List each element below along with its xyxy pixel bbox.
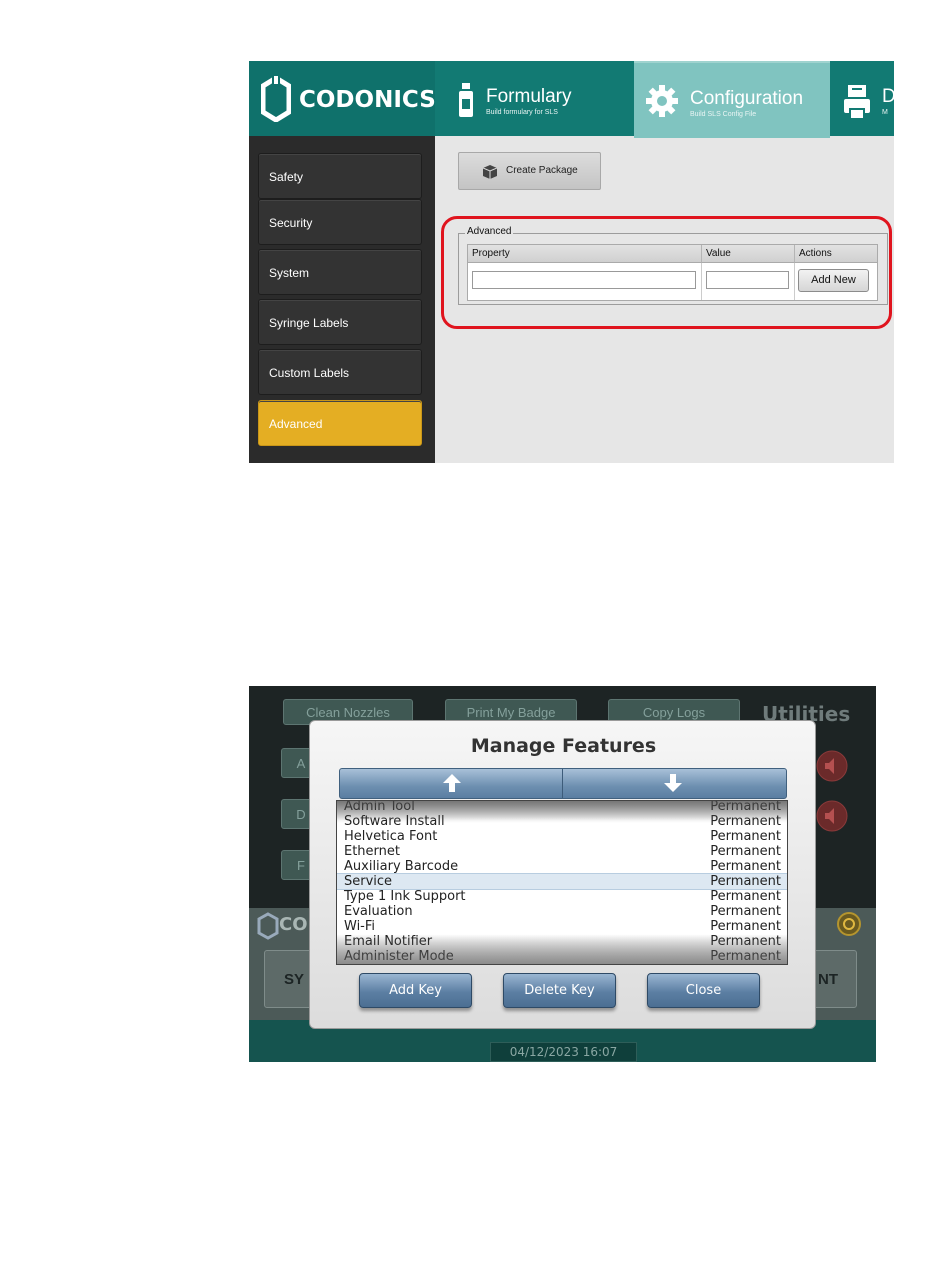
tab-name: Formulary xyxy=(486,86,572,107)
logo-fragment: CO xyxy=(279,914,308,935)
power-icon[interactable] xyxy=(837,912,861,936)
sidebar-item-security[interactable]: Security xyxy=(258,199,422,245)
tab-name: Configuration xyxy=(690,88,804,109)
features-list[interactable]: Admin Tool Permanent Software Install Perm… xyxy=(336,800,788,965)
scroll-arrows xyxy=(339,768,787,799)
feature-name: Service xyxy=(344,874,393,889)
feature-status: Permanent xyxy=(710,949,781,964)
feature-name: Wi-Fi xyxy=(344,919,376,934)
codonics-hex-icon xyxy=(261,76,291,122)
feature-name: Admin Tool xyxy=(344,800,415,814)
tab-configuration[interactable]: Configuration Build SLS Config File xyxy=(634,61,830,138)
gear-icon xyxy=(646,85,678,117)
sidebar-item-safety[interactable]: Safety xyxy=(258,153,422,199)
datetime-display: 04/12/2023 16:07 xyxy=(490,1042,637,1062)
codonics-hex-icon xyxy=(257,912,279,940)
logo-text: CODONICS xyxy=(299,87,436,113)
tab-partial[interactable]: D M xyxy=(832,61,894,136)
add-key-button[interactable]: Add Key xyxy=(359,973,472,1008)
configuration-screenshot: CODONICS Formulary Build formulary for S… xyxy=(249,61,894,463)
scroll-down-button[interactable] xyxy=(563,769,786,798)
feature-status: Permanent xyxy=(710,800,781,814)
feature-status: Permanent xyxy=(710,889,781,904)
feature-row[interactable]: Type 1 Ink Support Permanent xyxy=(337,889,787,904)
feature-name: Administer Mode xyxy=(344,949,454,964)
close-button[interactable]: Close xyxy=(647,973,760,1008)
arrow-up-icon xyxy=(443,774,461,792)
feature-status: Permanent xyxy=(710,859,781,874)
feature-name: Evaluation xyxy=(344,904,413,919)
create-package-label: Create Package xyxy=(506,165,578,176)
sidebar-item-syringe-labels[interactable]: Syringe Labels xyxy=(258,299,422,345)
sidebar-item-custom-labels[interactable]: Custom Labels xyxy=(258,349,422,395)
feature-status: Permanent xyxy=(710,904,781,919)
feature-status: Permanent xyxy=(710,844,781,859)
feature-name: Ethernet xyxy=(344,844,400,859)
feature-row[interactable]: Email Notifier Permanent xyxy=(337,934,787,949)
dialog-title: Manage Features xyxy=(470,735,657,757)
feature-status: Permanent xyxy=(710,919,781,934)
tab-name: D xyxy=(882,86,894,107)
feature-row[interactable]: Ethernet Permanent xyxy=(337,844,787,859)
feature-name: Email Notifier xyxy=(344,934,433,949)
package-icon xyxy=(483,165,497,179)
sidebar-item-system[interactable]: System xyxy=(258,249,422,295)
utilities-screenshot: Clean Nozzles Print My Badge Copy Logs U… xyxy=(249,686,876,1062)
top-navigation-bar: CODONICS Formulary Build formulary for S… xyxy=(249,61,894,138)
manage-features-dialog: Manage Features Admin Tool Permanent Soft… xyxy=(309,720,816,1029)
create-package-button[interactable]: Create Package xyxy=(458,152,601,190)
feature-name: Type 1 Ink Support xyxy=(344,889,466,904)
feature-row[interactable]: Administer Mode Permanent xyxy=(337,949,787,964)
feature-row[interactable]: Wi-Fi Permanent xyxy=(337,919,787,934)
tab-formulary[interactable]: Formulary Build formulary for SLS xyxy=(436,61,632,136)
bottle-icon xyxy=(459,83,473,117)
feature-status: Permanent xyxy=(710,874,781,889)
tab-subtitle: Build formulary for SLS xyxy=(486,109,558,116)
tab-subtitle: Build SLS Config File xyxy=(690,111,757,118)
feature-row-selected[interactable]: Service Permanent xyxy=(337,873,787,890)
feature-row[interactable]: Auxiliary Barcode Permanent xyxy=(337,859,787,874)
feature-status: Permanent xyxy=(710,934,781,949)
printer-icon xyxy=(844,85,870,119)
speaker-icon[interactable] xyxy=(816,800,848,832)
tab-subtitle: M xyxy=(882,109,888,116)
codonics-logo: CODONICS xyxy=(249,61,436,136)
speaker-icon[interactable] xyxy=(816,750,848,782)
highlight-annotation xyxy=(441,216,892,329)
feature-name: Auxiliary Barcode xyxy=(344,859,459,874)
feature-status: Permanent xyxy=(710,829,781,844)
feature-row[interactable]: Evaluation Permanent xyxy=(337,904,787,919)
scroll-up-button[interactable] xyxy=(340,769,562,798)
feature-name: Software Install xyxy=(344,814,445,829)
feature-row[interactable]: Software Install Permanent xyxy=(337,814,787,829)
feature-name: Helvetica Font xyxy=(344,829,438,844)
feature-row[interactable]: Admin Tool Permanent xyxy=(337,800,787,814)
config-sidebar: Safety Security System Syringe Labels Cu… xyxy=(249,136,435,463)
delete-key-button[interactable]: Delete Key xyxy=(503,973,616,1008)
arrow-down-icon xyxy=(664,774,682,792)
feature-status: Permanent xyxy=(710,814,781,829)
sidebar-item-advanced[interactable]: Advanced xyxy=(258,400,422,446)
feature-row[interactable]: Helvetica Font Permanent xyxy=(337,829,787,844)
